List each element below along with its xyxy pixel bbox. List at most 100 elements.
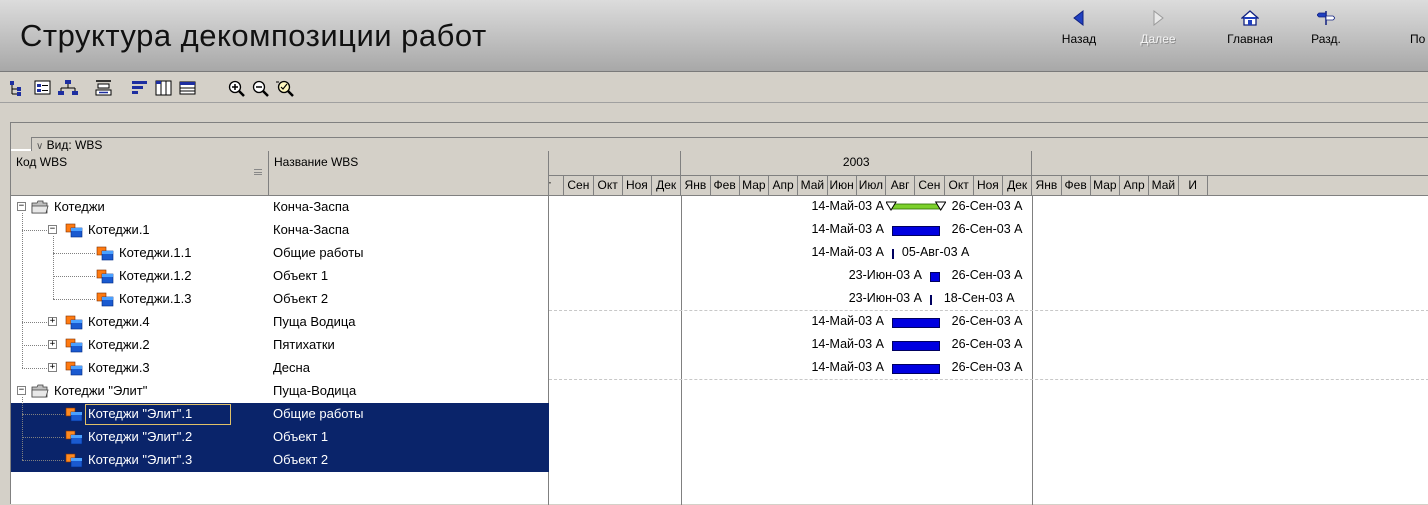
table-row[interactable]: Котеджи "Элит".3 Объект 2 (11, 449, 549, 472)
month-cell: Сен (915, 176, 945, 195)
view-name: Вид: WBS (46, 138, 103, 152)
section-label: Разд. (1311, 32, 1341, 46)
table-row[interactable]: Котеджи "Элит".2 Объект 1 (11, 426, 549, 449)
back-button[interactable]: Назад (1044, 8, 1114, 64)
month-cell: И (1179, 176, 1208, 195)
more-nav-button[interactable]: По (1391, 8, 1428, 64)
wbs-node-icon (96, 291, 114, 307)
wbs-code: Котеджи "Элит" (54, 383, 148, 398)
gantt-chart: 14-Май-03 A 26-Сен-03 A 14-Май-03 A 26-Сен-… (549, 196, 1428, 505)
tree-line (53, 253, 95, 254)
zoom-out-icon[interactable] (251, 79, 271, 97)
bar-chart-icon[interactable] (130, 79, 150, 97)
collapse-icon[interactable]: − (48, 225, 57, 234)
org-chart-icon[interactable] (58, 79, 78, 97)
tree-line (22, 414, 64, 415)
bar-finish-label: 26-Сен-03 A (951, 314, 1023, 328)
wbs-tree: − Котеджи Конча-Заспа − Котеджи.1 Конча-Заспа… (11, 196, 549, 505)
tree-collapse-icon[interactable] (94, 79, 114, 97)
expand-icon[interactable]: + (48, 363, 57, 372)
bar-finish-label: 26-Сен-03 A (951, 268, 1023, 282)
home-button[interactable]: Главная (1215, 8, 1285, 64)
home-icon (1241, 10, 1259, 26)
next-arrow-icon (1153, 10, 1164, 26)
column-header-code-label: Код WBS (16, 155, 68, 169)
wbs-code: Котеджи.1.1 (119, 245, 192, 260)
sort-icon (254, 169, 262, 175)
zoom-fit-icon[interactable] (275, 79, 295, 97)
column-header-code[interactable]: Код WBS (11, 151, 269, 196)
bar-finish-label: 26-Сен-03 A (951, 337, 1023, 351)
collapse-icon[interactable]: − (17, 202, 26, 211)
task-bar[interactable] (929, 272, 940, 282)
tree-line (22, 437, 64, 438)
collapse-icon[interactable]: − (17, 386, 26, 395)
wbs-code: Котеджи "Элит".1 (88, 406, 193, 421)
expand-icon[interactable]: + (48, 317, 57, 326)
columns-icon[interactable] (154, 79, 174, 97)
group-separator (549, 379, 1428, 380)
back-arrow-icon (1073, 10, 1084, 26)
view-selector[interactable]: ∨ Вид: WBS (31, 137, 1428, 152)
tree-line (53, 276, 95, 277)
wbs-name: Общие работы (273, 245, 364, 260)
outline-icon[interactable] (33, 79, 53, 97)
tree-line (22, 460, 64, 461)
table-row[interactable]: + Котеджи.3 Десна (11, 357, 549, 380)
table-row[interactable]: − Котеджи Конча-Заспа (11, 196, 549, 219)
month-cell: Июн (828, 176, 857, 195)
wbs-name: Объект 1 (273, 268, 329, 283)
task-bar[interactable] (891, 341, 940, 351)
task-bar[interactable] (891, 226, 940, 236)
bar-finish-label: 26-Сен-03 A (951, 360, 1023, 374)
column-header-name[interactable]: Название WBS (269, 151, 549, 196)
month-cell: Мар (1091, 176, 1120, 195)
month-cell: Май (1149, 176, 1179, 195)
wbs-code: Котеджи (54, 199, 105, 214)
month-cell: Фев (1062, 176, 1091, 195)
task-bar[interactable] (929, 295, 932, 305)
group-separator (549, 310, 1428, 311)
wbs-name: Объект 2 (273, 452, 329, 467)
table-row[interactable]: + Котеджи.2 Пятихатки (11, 334, 549, 357)
project-folder-icon (31, 383, 49, 399)
tree-line (53, 236, 54, 299)
bar-finish-label: 18-Сен-03 A (943, 291, 1015, 305)
month-cell: Дек (652, 176, 682, 195)
table-row[interactable]: + Котеджи.4 Пуща Водица (11, 311, 549, 334)
task-bar[interactable] (891, 249, 894, 259)
section-button[interactable]: Разд. (1291, 8, 1361, 64)
wbs-code: Котеджи "Элит".2 (88, 429, 193, 444)
home-label: Главная (1227, 32, 1273, 46)
task-bar[interactable] (891, 318, 940, 328)
table-icon[interactable] (178, 79, 198, 97)
month-cell: Ноя (623, 176, 652, 195)
wbs-name: Объект 2 (273, 291, 329, 306)
summary-bar[interactable] (885, 200, 946, 214)
table-row[interactable]: − Котеджи.1 Конча-Заспа (11, 219, 549, 242)
project-folder-icon (31, 199, 49, 215)
year-divider (1032, 196, 1034, 505)
wbs-code: Котеджи.4 (88, 314, 150, 329)
tree-view-icon[interactable] (8, 79, 28, 97)
wbs-node-icon (65, 406, 83, 422)
month-cell: Апр (769, 176, 799, 195)
table-row[interactable]: Котеджи "Элит".1 Общие работы (11, 403, 549, 426)
task-bar[interactable] (891, 364, 940, 374)
year-cell-prev (549, 151, 682, 176)
gantt-timescale: 2003гСенОктНояДекЯнвФевМарАпрМайИюнИюлАв… (549, 151, 1428, 196)
table-row[interactable]: − Котеджи "Элит" Пуща-Водица (11, 380, 549, 403)
month-cell: Окт (945, 176, 974, 195)
expand-icon[interactable]: + (48, 340, 57, 349)
wbs-code: Котеджи "Элит".3 (88, 452, 193, 467)
view-bar: ∨ Вид: WBS (11, 123, 1428, 152)
zoom-in-icon[interactable] (227, 79, 247, 97)
column-header-name-label: Название WBS (274, 155, 359, 169)
month-cell: Дек (1003, 176, 1033, 195)
bar-start-label: 14-Май-03 A (811, 314, 884, 328)
wbs-name: Конча-Заспа (273, 222, 350, 237)
bar-finish-label: 26-Сен-03 A (951, 199, 1023, 213)
next-button[interactable]: Далее (1123, 8, 1193, 64)
bar-start-label: 14-Май-03 A (811, 222, 884, 236)
wbs-name: Пятихатки (273, 337, 335, 352)
